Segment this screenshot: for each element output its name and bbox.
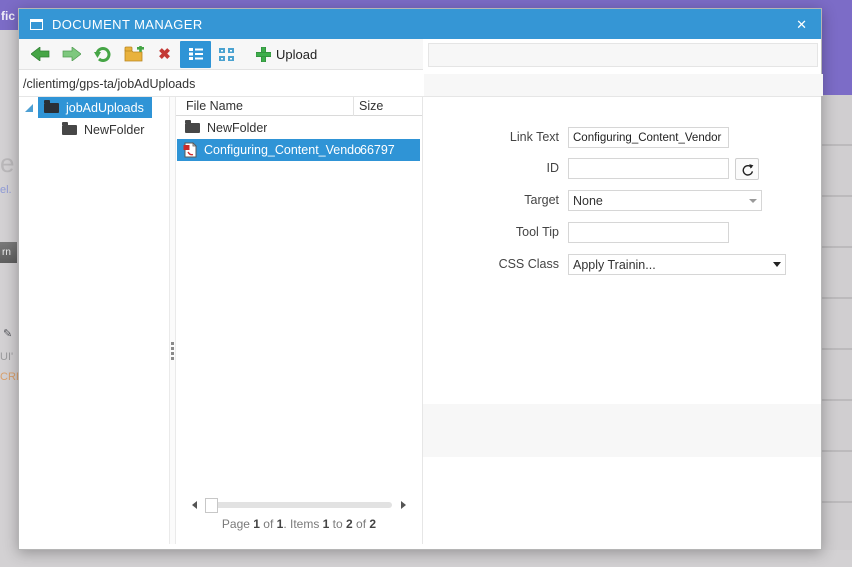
background-bottom — [0, 550, 852, 567]
folder-icon — [62, 121, 77, 135]
file-row-newfolder[interactable]: NewFolder — [176, 117, 420, 139]
id-refresh-icon — [742, 163, 753, 176]
pager-item-total: 2 — [369, 517, 377, 531]
file-name: Configuring_Content_Vendo — [204, 143, 362, 157]
css-class-label: CSS Class — [498, 257, 559, 271]
pager-item-end: 2 — [346, 517, 353, 531]
scroll-left-icon[interactable] — [192, 501, 197, 509]
pager-page: 1 — [253, 517, 260, 531]
folder-icon — [185, 120, 200, 133]
folder-icon — [44, 99, 59, 113]
file-row-selected[interactable]: Configuring_Content_Vendo 66797 — [177, 139, 420, 161]
new-folder-button[interactable] — [118, 41, 149, 68]
new-folder-icon — [124, 46, 144, 62]
document-manager-dialog: DOCUMENT MANAGER ✕ ✖ Upload /clientimg/g… — [18, 8, 823, 550]
link-text-label: Link Text — [509, 130, 559, 144]
id-input[interactable] — [568, 158, 729, 179]
current-path: /clientimg/gps-ta/jobAdUploads — [23, 76, 196, 91]
close-icon[interactable]: ✕ — [793, 16, 810, 33]
dialog-titlebar[interactable]: DOCUMENT MANAGER ✕ — [19, 9, 821, 39]
file-list-header: File Name Size — [176, 97, 422, 116]
panel-splitter[interactable] — [169, 97, 176, 544]
upload-button[interactable]: Upload — [252, 41, 321, 68]
tree-item-label: jobAdUploads — [66, 100, 144, 115]
tree-item-jobaduploads[interactable]: jobAdUploads — [19, 97, 152, 118]
column-header-file-name[interactable]: File Name — [186, 99, 243, 113]
background-text-fragment-1: UI' — [0, 351, 14, 363]
target-value: None — [573, 193, 603, 208]
target-label: Target — [524, 193, 559, 207]
dialog-body: ✖ Upload /clientimg/gps-ta/jobAdUploads … — [19, 39, 823, 549]
forward-button[interactable] — [56, 41, 87, 68]
expand-arrow-icon[interactable] — [25, 103, 33, 112]
upload-icon — [256, 46, 271, 62]
background-heading-fragment: e — [0, 148, 15, 178]
horizontal-scrollbar[interactable] — [190, 498, 408, 513]
file-size: 66797 — [360, 143, 395, 157]
chevron-down-icon — [773, 262, 781, 267]
back-icon — [31, 47, 50, 61]
list-view-icon — [188, 48, 203, 60]
tree-item-label: NewFolder — [84, 122, 145, 137]
tooltip-label: Tool Tip — [515, 225, 559, 239]
generate-id-button[interactable] — [735, 158, 759, 180]
column-header-size[interactable]: Size — [359, 99, 383, 113]
refresh-icon — [93, 46, 110, 62]
back-button[interactable] — [25, 41, 56, 68]
pager-text: of — [352, 517, 370, 531]
delete-icon: ✖ — [158, 45, 171, 63]
background-button-fragment: rn — [0, 242, 17, 263]
delete-button[interactable]: ✖ — [149, 41, 180, 68]
properties-panel-band — [423, 404, 821, 457]
id-label: ID — [546, 161, 560, 175]
pager-text: of — [259, 517, 277, 531]
properties-panel: Link Text ID T — [423, 97, 821, 544]
list-view-button[interactable] — [180, 40, 211, 68]
pager-text: Page — [221, 517, 254, 531]
screen: fic e el. rn ✎ UI' CRI DOCUMENT MANAGER … — [0, 0, 852, 567]
file-list: File Name Size NewFolder Configuring_Con… — [176, 97, 423, 544]
folder-tree: jobAdUploads NewFolder — [19, 97, 169, 544]
pager-text: . Items — [283, 517, 323, 531]
background-table — [822, 95, 852, 555]
tree-item-newfolder[interactable]: NewFolder — [62, 119, 144, 140]
background-link-fragment: el. — [0, 184, 12, 196]
breadcrumb: /clientimg/gps-ta/jobAdUploads — [19, 71, 423, 96]
scrollbar-thumb[interactable] — [205, 498, 218, 513]
scrollbar-track[interactable] — [206, 502, 392, 508]
file-name: NewFolder — [207, 121, 268, 135]
right-panel-header-box — [428, 43, 818, 67]
target-select[interactable]: None — [568, 190, 762, 211]
pencil-icon: ✎ — [3, 328, 13, 340]
background-text-fragment-2: CRI — [0, 371, 19, 383]
refresh-button[interactable] — [87, 41, 118, 68]
window-icon — [30, 18, 43, 30]
tree-item-selected[interactable]: jobAdUploads — [38, 97, 152, 118]
right-panel-header-band — [424, 74, 823, 96]
grid-view-button[interactable] — [211, 41, 242, 68]
pager-text: to — [329, 517, 347, 531]
forward-icon — [62, 47, 81, 61]
grid-view-icon — [219, 47, 234, 61]
dialog-content: jobAdUploads NewFolder File Name Size Ne… — [19, 96, 821, 549]
chevron-down-icon — [749, 198, 757, 203]
background-header-bar — [0, 0, 852, 8]
pager-status: Page 1 of 1. Items 1 to 2 of 2 — [176, 517, 422, 531]
tooltip-input[interactable] — [568, 222, 729, 243]
background-header-text: fic — [1, 9, 16, 23]
scroll-right-icon[interactable] — [401, 501, 406, 509]
link-text-input[interactable] — [568, 127, 729, 148]
css-class-select[interactable]: Apply Trainin... — [568, 254, 786, 275]
pdf-icon — [183, 142, 197, 158]
column-divider — [353, 97, 354, 116]
drag-handle-icon[interactable] — [171, 342, 174, 362]
css-class-value: Apply Trainin... — [573, 257, 656, 272]
upload-label: Upload — [276, 46, 318, 62]
background-header-right — [822, 0, 852, 95]
toolbar: ✖ Upload — [19, 39, 423, 70]
dialog-title: DOCUMENT MANAGER — [52, 16, 203, 32]
